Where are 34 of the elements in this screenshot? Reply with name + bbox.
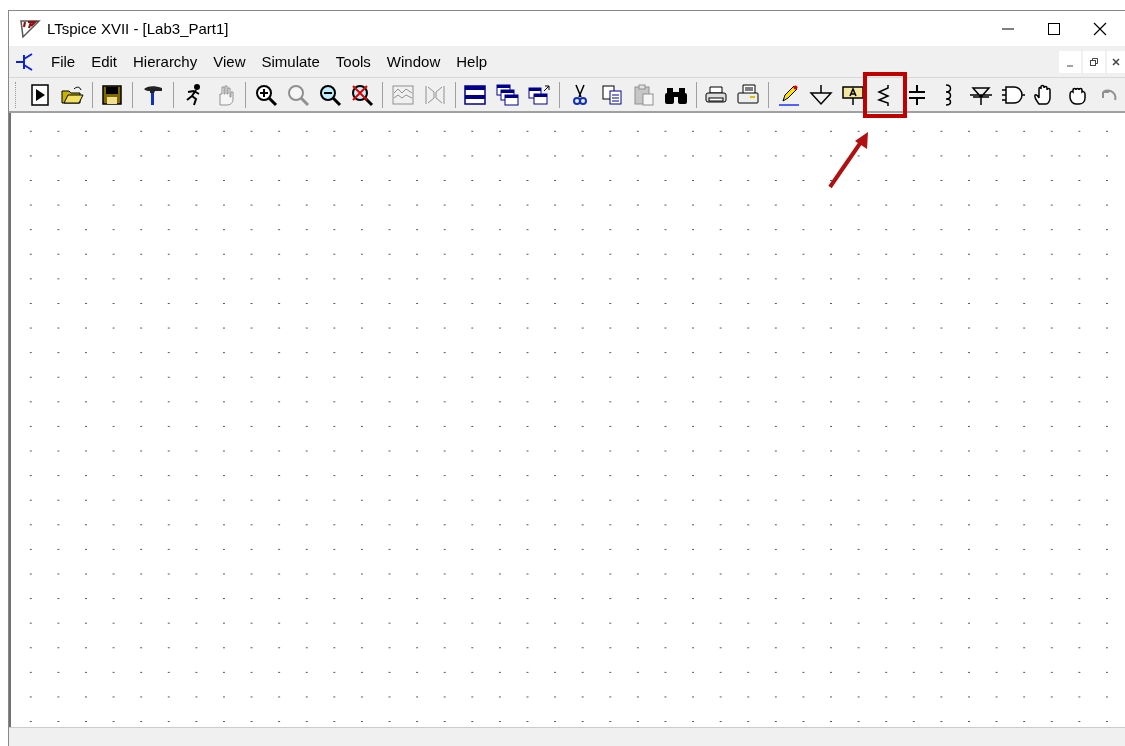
copy-icon: [599, 82, 624, 107]
zoom-cancel-icon: [350, 82, 375, 107]
cascade-windows-icon: [495, 82, 520, 107]
close-icon: [1092, 20, 1108, 37]
inductor-icon: [944, 83, 954, 106]
close-icon: [1111, 56, 1121, 67]
zoom-out-icon: [318, 82, 343, 107]
tile-windows-icon: [463, 82, 488, 107]
app-logo-icon: [19, 18, 41, 39]
undo-icon: [1100, 87, 1117, 102]
menu-item[interactable]: Edit: [83, 53, 126, 70]
menu-item[interactable]: Help: [448, 53, 496, 70]
minimize-icon: [1066, 64, 1074, 67]
menu-item[interactable]: View: [205, 53, 254, 70]
menu-item[interactable]: Tools: [327, 53, 379, 70]
close-button[interactable]: [1107, 50, 1125, 73]
printer-icon: [736, 82, 761, 107]
resistor-button[interactable]: [862, 71, 907, 118]
zoom-in-icon: [254, 82, 279, 107]
menu-item[interactable]: File: [43, 53, 84, 70]
menu-item[interactable]: Hierarchy: [125, 53, 206, 70]
annotation-arrow: [828, 131, 868, 188]
restore-button[interactable]: [1083, 50, 1105, 73]
ground-icon: [808, 82, 833, 107]
minimize-icon: [1001, 27, 1015, 30]
restore-icon: [1089, 56, 1099, 67]
window-title: LTspice XVII - [Lab3_Part1]: [47, 20, 230, 37]
magnifier-icon: [286, 82, 311, 107]
arrange-windows-icon: [527, 82, 552, 107]
clipboard-icon: [631, 82, 656, 107]
menu-item[interactable]: Simulate: [253, 53, 328, 70]
menu-item[interactable]: Window: [378, 53, 449, 70]
maximize-icon: [1046, 20, 1062, 37]
waveform-icon: [390, 82, 415, 107]
